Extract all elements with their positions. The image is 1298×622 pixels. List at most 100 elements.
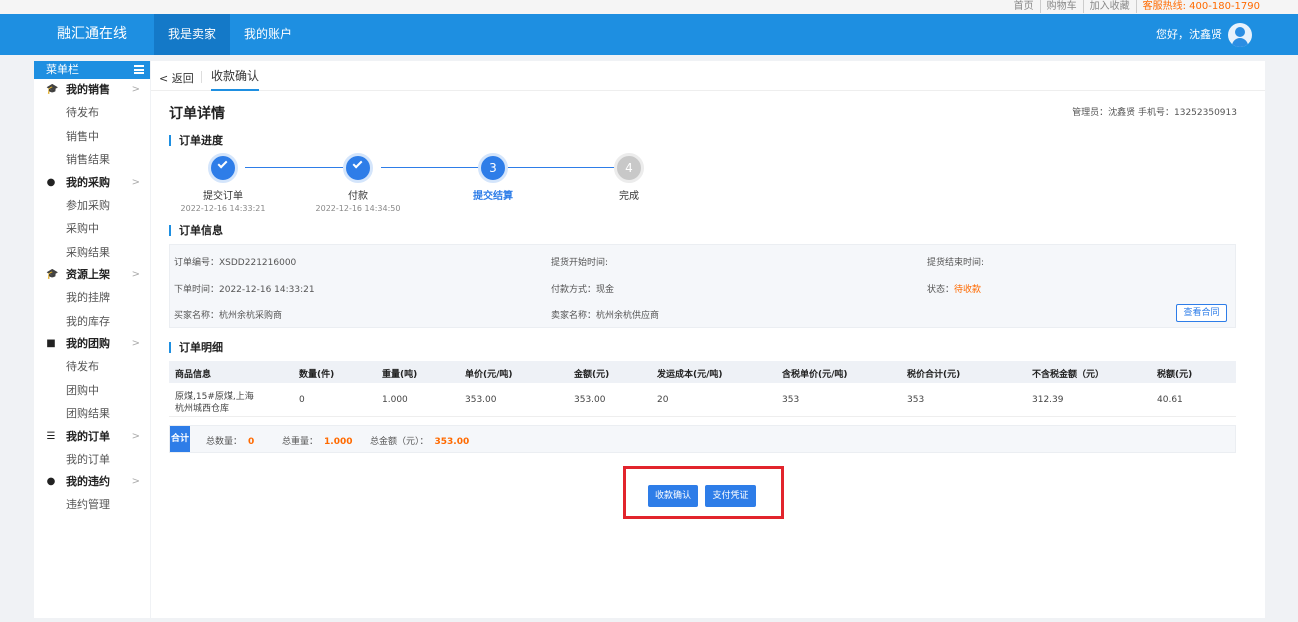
sidebar-item-purchase-result[interactable]: 采购结果 — [34, 241, 150, 265]
total-weight-value: 1.000 — [324, 437, 353, 447]
cell-tax-amount: 40.61 — [1157, 395, 1183, 405]
main-content: < 返回 收款确认 订单详情 管理员：沈鑫贤 手机号：13252350913 订… — [151, 61, 1265, 618]
avatar[interactable] — [1228, 23, 1252, 47]
order-time: 下单时间：2022-12-16 14:33:21 — [174, 285, 315, 295]
sidebar-item-sales-active[interactable]: 销售中 — [34, 125, 150, 149]
chevron-right-icon: > — [131, 476, 140, 487]
column-header: 税价合计(元) — [907, 370, 961, 380]
view-contract-button[interactable]: 查看合同 — [1176, 304, 1227, 322]
totals-bar: 合计 总数量： 0 总重量： 1.000 总金额（元）： 353.00 — [169, 425, 1236, 453]
sidebar-group-label: 我的订单 — [66, 429, 110, 443]
total-amount: 总金额（元）： 353.00 — [370, 434, 469, 447]
sidebar-group-breach[interactable]: ● 我的违约 > — [34, 471, 150, 493]
total-amount-label: 总金额（元）： — [370, 437, 429, 447]
column-header: 金额(元) — [574, 370, 610, 380]
top-utility-bar: 首页 购物车 加入收藏 客服热线: 400-180-1790 — [0, 0, 1298, 14]
alert-icon: ● — [46, 476, 56, 487]
cell-unit-price: 353.00 — [465, 395, 497, 405]
cart-link[interactable]: 购物车 — [1041, 0, 1084, 13]
sidebar-group-label: 我的采购 — [66, 175, 110, 189]
sidebar-item-inventory[interactable]: 我的库存 — [34, 310, 150, 334]
info-section-title: 订单信息 — [169, 225, 223, 236]
step-time: 2022-12-16 14:34:50 — [315, 204, 401, 213]
cell-quantity: 0 — [299, 395, 305, 405]
sidebar-group-orders[interactable]: ☰ 我的订单 > — [34, 426, 150, 448]
cell-tax-total: 353 — [907, 395, 925, 405]
resources-hat-icon: 🎓 — [46, 269, 59, 280]
column-header: 重量(吨) — [382, 370, 418, 380]
sales-hat-icon: 🎓 — [46, 84, 59, 95]
tab-bar: < 返回 收款确认 — [151, 61, 1265, 91]
chevron-right-icon: > — [131, 338, 140, 349]
favorite-link[interactable]: 加入收藏 — [1084, 0, 1137, 13]
pickup-end-time: 提货结束时间: — [927, 258, 985, 268]
main-header: 融汇通在线 我是卖家 我的账户 您好，沈鑫贤 — [0, 14, 1298, 55]
avatar-head-icon — [1235, 27, 1245, 37]
sidebar-group-label: 我的团购 — [66, 337, 110, 350]
tab-payment-confirm[interactable]: 收款确认 — [211, 61, 260, 91]
status-label: 状态： — [927, 285, 955, 295]
step-done-icon — [208, 153, 238, 183]
step-payment: 付款 2022-12-16 14:34:50 — [298, 153, 418, 213]
sidebar-group-sales[interactable]: 🎓 我的销售 > — [34, 79, 150, 101]
order-info-box: 订单编号：XSDD221216000 提货开始时间: 提货结束时间: 下单时间：… — [169, 244, 1236, 328]
home-link[interactable]: 首页 — [1008, 0, 1041, 13]
back-button[interactable]: < 返回 — [159, 70, 194, 86]
progress-section-title: 订单进度 — [169, 135, 223, 146]
brand-logo[interactable]: 融汇通在线 — [34, 14, 150, 55]
purchase-check-icon: ● — [46, 176, 56, 188]
sidebar-item-groupbuy-draft[interactable]: 待发布 — [34, 355, 150, 379]
column-header: 单价(元/吨) — [465, 370, 513, 380]
order-progress-steps: 提交订单 2022-12-16 14:33:21 付款 2022-12-16 1… — [151, 153, 751, 213]
nav-account[interactable]: 我的账户 — [230, 14, 306, 55]
step-done-icon — [343, 153, 373, 183]
order-detail-table: 商品信息 数量(件) 重量(吨) 单价(元/吨) 金额(元) 发运成本(元/吨)… — [169, 361, 1236, 417]
column-header: 数量(件) — [299, 370, 335, 380]
confirm-receipt-button[interactable]: 收款确认 — [648, 485, 698, 507]
seller-name: 卖家名称：杭州余杭供应商 — [551, 311, 660, 321]
chevron-right-icon: > — [131, 176, 140, 188]
column-header: 不含税金额（元） — [1032, 370, 1105, 380]
chevron-right-icon: > — [131, 430, 140, 442]
action-highlight-box: 收款确认 支付凭证 — [623, 466, 784, 519]
total-quantity-label: 总数量： — [206, 437, 243, 447]
sidebar-item-groupbuy-active[interactable]: 团购中 — [34, 379, 150, 403]
sidebar-group-label: 资源上架 — [66, 268, 110, 281]
sidebar-item-groupbuy-result[interactable]: 团购结果 — [34, 402, 150, 426]
order-status: 状态：待收款 — [927, 282, 981, 295]
order-number: 订单编号：XSDD221216000 — [174, 258, 297, 268]
avatar-body-icon — [1232, 38, 1248, 47]
chevron-right-icon: > — [131, 269, 140, 280]
sidebar-group-label: 我的违约 — [66, 475, 110, 488]
column-header: 发运成本(元/吨) — [657, 370, 723, 380]
buyer-name: 买家名称：杭州余杭采购商 — [174, 311, 283, 321]
sidebar-item-purchase-join[interactable]: 参加采购 — [34, 194, 150, 218]
payment-voucher-button[interactable]: 支付凭证 — [705, 485, 756, 507]
cell-amount: 353.00 — [574, 395, 606, 405]
total-weight: 总重量： 1.000 — [282, 434, 352, 447]
step-label: 完成 — [619, 191, 639, 202]
cell-net-amount: 312.39 — [1032, 395, 1064, 405]
sidebar-item-listing[interactable]: 我的挂牌 — [34, 286, 150, 310]
sidebar-group-resources[interactable]: 🎓 资源上架 > — [34, 264, 150, 286]
step-number-icon: 4 — [614, 153, 644, 183]
menu-toggle-icon[interactable] — [134, 65, 144, 74]
sidebar-item-sales-draft[interactable]: 待发布 — [34, 101, 150, 125]
step-time: 2022-12-16 14:33:21 — [180, 204, 266, 213]
step-label: 付款 — [348, 191, 368, 202]
sidebar-group-groupbuy[interactable]: ■ 我的团购 > — [34, 333, 150, 355]
sidebar-group-purchase[interactable]: ● 我的采购 > — [34, 172, 150, 194]
column-header: 商品信息 — [175, 370, 212, 380]
product-info-line2: 杭州城西仓库 — [175, 404, 230, 414]
admin-info: 管理员：沈鑫贤 手机号：13252350913 — [1072, 108, 1237, 118]
check-icon — [217, 158, 228, 169]
column-header: 含税单价(元/吨) — [782, 370, 848, 380]
sidebar-item-my-orders[interactable]: 我的订单 — [34, 448, 150, 472]
sidebar-item-purchase-active[interactable]: 采购中 — [34, 217, 150, 241]
sidebar-item-sales-result[interactable]: 销售结果 — [34, 148, 150, 172]
sidebar-item-breach-manage[interactable]: 违约管理 — [34, 493, 150, 517]
orders-list-icon: ☰ — [46, 430, 56, 442]
step-label: 提交订单 — [203, 191, 243, 202]
nav-seller[interactable]: 我是卖家 — [154, 14, 231, 55]
user-greeting[interactable]: 您好，沈鑫贤 — [1156, 14, 1222, 55]
